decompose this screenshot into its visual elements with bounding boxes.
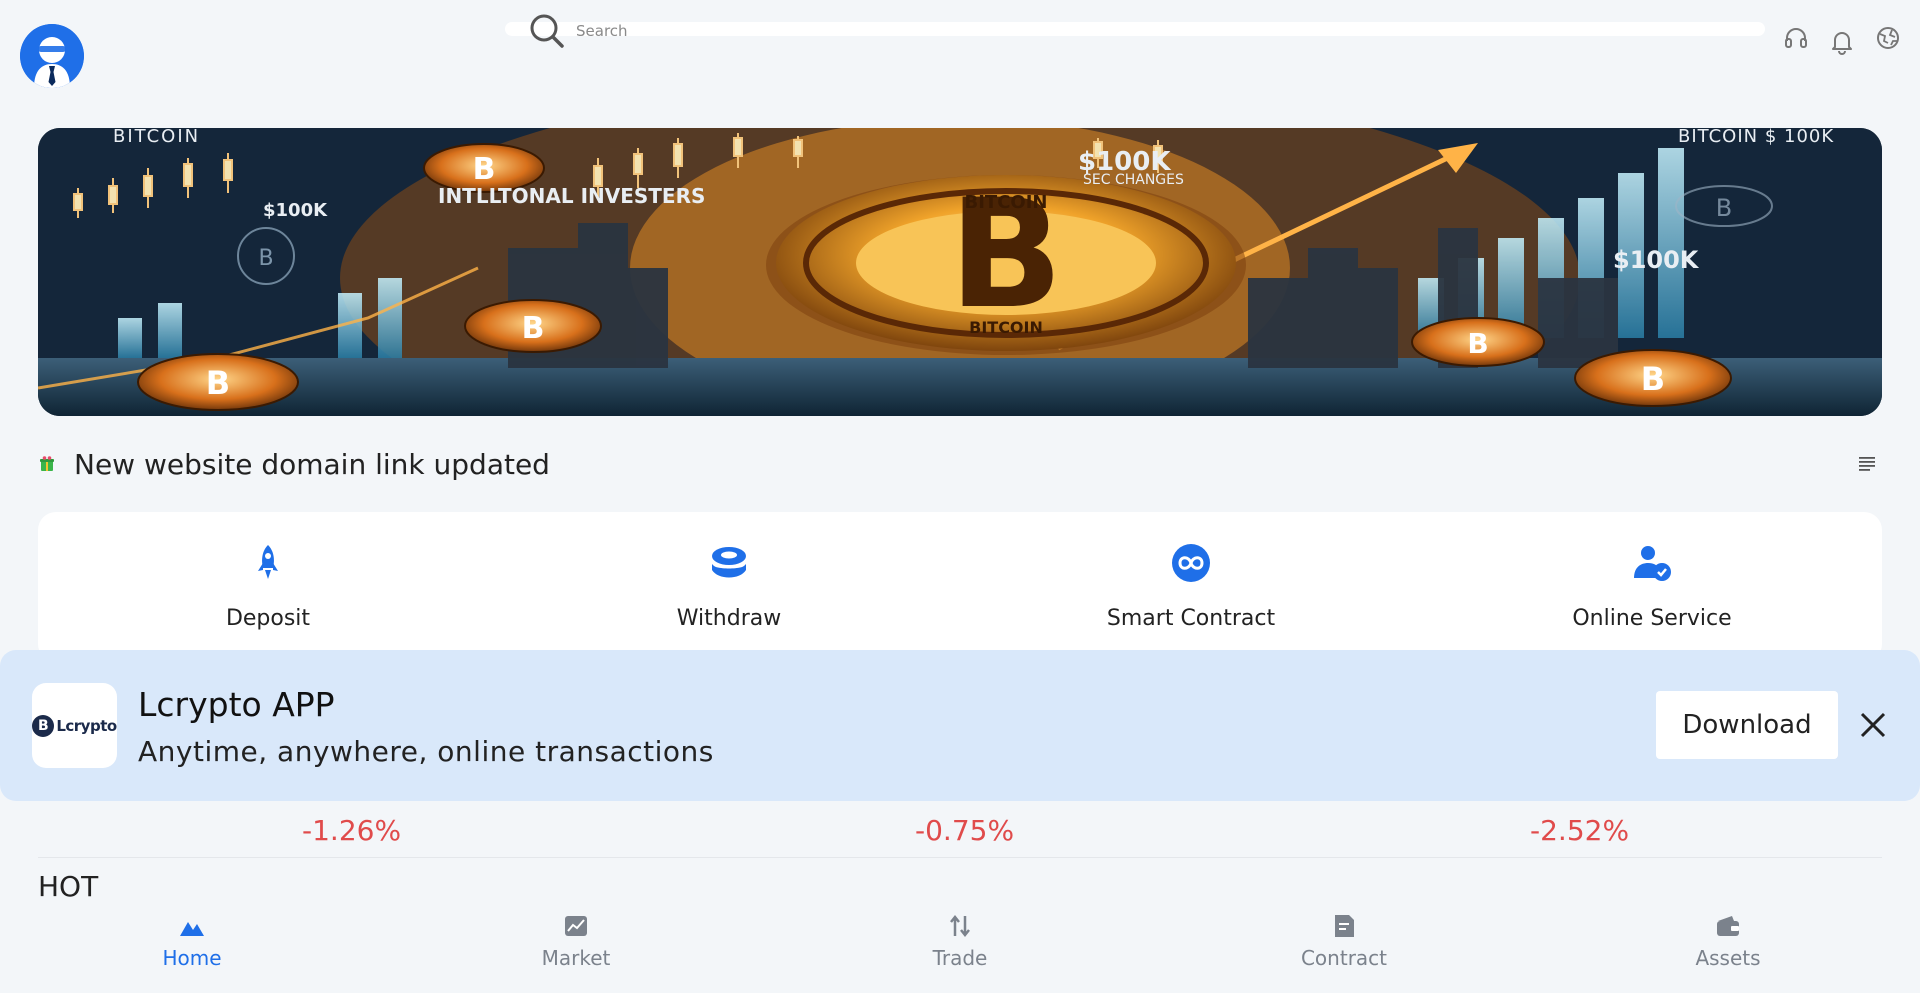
nav-item-contract[interactable]: Contract [1244, 912, 1444, 970]
home-icon [180, 922, 204, 936]
svg-text:BITCOIN $ 100K: BITCOIN $ 100K [1678, 128, 1834, 147]
deposit-button[interactable]: Deposit [118, 542, 418, 642]
deposit-label: Deposit [225, 606, 311, 631]
user-check-icon [1634, 546, 1671, 581]
online-service-button[interactable]: Online Service [1502, 542, 1802, 642]
swap-icon [950, 914, 970, 938]
document-icon [1335, 915, 1354, 937]
smart-contract-label: Smart Contract [1106, 606, 1276, 631]
top-header [0, 0, 1920, 110]
infinity-icon [1172, 544, 1210, 582]
svg-text:BITCOIN: BITCOIN [965, 192, 1048, 213]
svg-text:$100K: $100K [263, 200, 328, 221]
nav-label-assets: Assets [1695, 946, 1761, 970]
nav-item-market[interactable]: Market [476, 912, 676, 970]
close-icon[interactable] [1858, 710, 1888, 740]
nav-label-contract: Contract [1300, 946, 1388, 970]
svg-text:B: B [473, 152, 496, 187]
section-divider [38, 857, 1882, 858]
svg-text:SEC CHANGES: SEC CHANGES [1083, 172, 1184, 188]
promo-banner[interactable]: B BITCOIN BITCOIN B B B B B B B BITCOIN … [38, 128, 1882, 416]
svg-text:$100K: $100K [1613, 246, 1700, 274]
gift-icon [40, 456, 54, 471]
svg-text:INTLLTONAL INVESTERS: INTLLTONAL INVESTERS [438, 184, 705, 208]
svg-text:B: B [1716, 194, 1732, 222]
wallet-icon [1717, 916, 1739, 936]
notice-bar[interactable]: New website domain link updated [38, 442, 1882, 486]
svg-text:BITCOIN: BITCOIN [969, 318, 1043, 337]
hot-section-title: HOT [38, 870, 99, 903]
market-change-1[interactable]: -1.26% [302, 814, 401, 847]
market-change-2[interactable]: -0.75% [915, 814, 1014, 847]
svg-text:BITCOIN: BITCOIN [113, 128, 200, 147]
rocket-icon [258, 545, 278, 579]
withdraw-button[interactable]: Withdraw [579, 542, 879, 642]
app-logo-text: Lcrypto [56, 716, 117, 735]
nav-item-assets[interactable]: Assets [1628, 912, 1828, 970]
stack-icon [712, 547, 746, 578]
market-ticker-row: -1.26% -0.75% -2.52% [38, 800, 1882, 860]
nav-item-home[interactable]: Home [92, 912, 292, 970]
search-input[interactable] [576, 22, 876, 40]
user-avatar[interactable] [20, 24, 84, 88]
app-title: Lcrypto APP [138, 685, 335, 724]
app-logo: B Lcrypto [32, 683, 117, 768]
chart-icon [565, 916, 587, 936]
app-subtitle: Anytime, anywhere, online transactions [138, 735, 714, 768]
notice-text[interactable]: New website domain link updated [74, 448, 550, 481]
nav-item-trade[interactable]: Trade [860, 912, 1060, 970]
bottom-navigation: Home Market Trade Contract Assets [0, 900, 1920, 993]
list-icon[interactable] [1858, 456, 1876, 472]
online-service-label: Online Service [1572, 606, 1732, 631]
svg-text:B: B [258, 246, 273, 271]
svg-text:B: B [206, 364, 230, 402]
nav-label-trade: Trade [932, 946, 988, 970]
nav-label-market: Market [541, 946, 611, 970]
withdraw-label: Withdraw [676, 606, 782, 631]
bitcoin-logo-icon: B [32, 714, 55, 737]
smart-contract-button[interactable]: Smart Contract [1041, 542, 1341, 642]
svg-text:B: B [522, 311, 545, 346]
bell-icon[interactable] [1828, 28, 1856, 56]
nav-label-home: Home [162, 946, 222, 970]
download-button[interactable]: Download [1656, 691, 1838, 759]
app-download-banner: B Lcrypto Lcrypto APP Anytime, anywhere,… [0, 650, 1920, 801]
quick-actions-panel: Deposit Withdraw Smart Contract Online S… [38, 512, 1882, 662]
market-change-3[interactable]: -2.52% [1530, 814, 1629, 847]
language-icon[interactable] [1874, 24, 1902, 52]
svg-text:B: B [1467, 327, 1488, 360]
search-icon[interactable] [528, 12, 566, 50]
svg-text:B: B [1641, 360, 1665, 398]
headset-icon[interactable] [1782, 24, 1810, 52]
